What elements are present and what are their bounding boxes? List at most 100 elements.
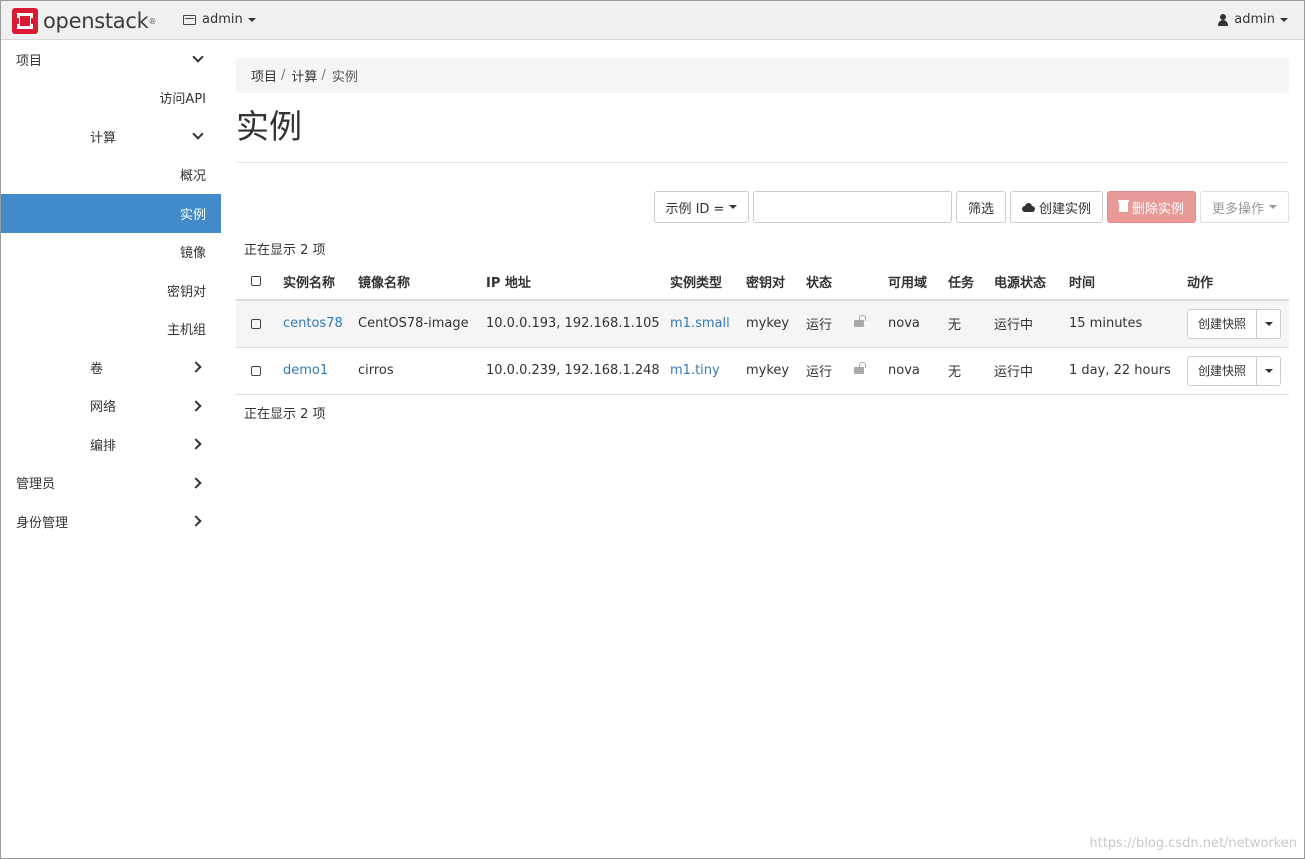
header-actions: 动作 bbox=[1187, 263, 1289, 301]
sidebar-item-images[interactable]: 镜像 bbox=[1, 233, 221, 272]
sidebar-item-label: 计算 bbox=[90, 130, 117, 146]
table-toolbar: 示例 ID = 筛选 创建实例 删除实例 更多操作 bbox=[653, 191, 1289, 223]
power-state-cell: 运行中 bbox=[994, 347, 1069, 395]
age-cell: 1 day, 22 hours bbox=[1069, 347, 1187, 395]
project-icon bbox=[183, 14, 196, 25]
row-checkbox[interactable] bbox=[251, 318, 261, 329]
breadcrumb-item-project[interactable]: 项目 bbox=[251, 66, 277, 85]
sidebar-item-api-access[interactable]: 访问API bbox=[1, 79, 221, 118]
flavor-link[interactable]: m1.small bbox=[670, 316, 730, 331]
sidebar-item-overview[interactable]: 概况 bbox=[1, 156, 221, 195]
more-actions-label: 更多操作 bbox=[1211, 201, 1264, 217]
filter-button-label: 筛选 bbox=[967, 201, 994, 217]
caret-down-icon bbox=[1264, 368, 1273, 373]
sidebar-item-volumes[interactable]: 卷 bbox=[1, 348, 221, 387]
breadcrumb-item-current: 实例 bbox=[331, 70, 358, 85]
sidebar-item-network[interactable]: 网络 bbox=[1, 387, 221, 426]
trash-icon bbox=[1117, 200, 1129, 212]
filter-button[interactable]: 筛选 bbox=[955, 191, 1006, 223]
select-all-checkbox[interactable] bbox=[251, 276, 261, 286]
actions-cell: 创建快照 bbox=[1187, 300, 1289, 348]
delete-instances-label: 删除实例 bbox=[1131, 201, 1184, 217]
table-row: centos78 CentOS78-image 10.0.0.193, 192.… bbox=[236, 300, 1289, 348]
row-select-cell bbox=[236, 347, 283, 395]
sidebar-item-label: 镜像 bbox=[179, 246, 206, 262]
filter-field-select[interactable]: 示例 ID = bbox=[653, 191, 749, 223]
header-select-all[interactable] bbox=[236, 263, 283, 301]
lock-cell bbox=[854, 300, 888, 348]
item-count-bottom: 正在显示 2 项 bbox=[244, 407, 326, 422]
header-age[interactable]: 时间 bbox=[1069, 263, 1187, 301]
sidebar-item-key-pairs[interactable]: 密钥对 bbox=[1, 271, 221, 310]
breadcrumb-separator: / bbox=[281, 68, 286, 83]
sidebar-item-label: 卷 bbox=[90, 361, 104, 377]
instance-name-link[interactable]: demo1 bbox=[283, 363, 328, 378]
power-state-cell: 运行中 bbox=[994, 300, 1069, 348]
create-snapshot-button[interactable]: 创建快照 bbox=[1187, 308, 1258, 339]
row-actions-dropdown[interactable] bbox=[1257, 355, 1282, 386]
cloud-upload-icon bbox=[1021, 202, 1035, 212]
status-cell: 运行 bbox=[806, 300, 854, 348]
launch-instance-button[interactable]: 创建实例 bbox=[1009, 191, 1103, 223]
sidebar-item-identity[interactable]: 身份管理 bbox=[1, 502, 221, 541]
header-power-state[interactable]: 电源状态 bbox=[994, 263, 1069, 301]
actions-cell: 创建快照 bbox=[1187, 347, 1289, 395]
availability-zone-cell: nova bbox=[888, 300, 948, 348]
sidebar-item-instances[interactable]: 实例 bbox=[1, 194, 221, 233]
delete-instances-button[interactable]: 删除实例 bbox=[1106, 191, 1196, 223]
table-header-row: 实例名称 镜像名称 IP 地址 实例类型 密钥对 状态 可用域 任务 电源状态 … bbox=[236, 263, 1289, 301]
header-status[interactable]: 状态 bbox=[806, 263, 854, 301]
header-lock bbox=[854, 263, 888, 301]
instance-name-cell: demo1 bbox=[283, 347, 358, 395]
chevron-down-icon bbox=[192, 128, 204, 140]
task-cell: 无 bbox=[948, 347, 994, 395]
launch-instance-label: 创建实例 bbox=[1038, 201, 1091, 217]
chevron-right-icon bbox=[190, 361, 202, 373]
unlock-icon bbox=[854, 362, 866, 374]
sidebar-item-compute[interactable]: 计算 bbox=[1, 117, 221, 156]
create-snapshot-button[interactable]: 创建快照 bbox=[1187, 355, 1258, 386]
ip-address-cell: 10.0.0.239, 192.168.1.248 bbox=[486, 347, 670, 395]
sidebar-item-server-groups[interactable]: 主机组 bbox=[1, 310, 221, 349]
breadcrumb-separator: / bbox=[321, 68, 326, 83]
sidebar-item-label: 概况 bbox=[179, 169, 206, 185]
header-key-pair[interactable]: 密钥对 bbox=[746, 263, 806, 301]
header-ip-address[interactable]: IP 地址 bbox=[486, 263, 670, 301]
header-availability-zone[interactable]: 可用域 bbox=[888, 263, 948, 301]
caret-down-icon bbox=[1269, 205, 1277, 209]
chevron-down-icon bbox=[192, 51, 204, 63]
flavor-link[interactable]: m1.tiny bbox=[670, 363, 720, 378]
chevron-right-icon bbox=[190, 515, 202, 527]
row-select-cell bbox=[236, 300, 283, 348]
caret-down-icon bbox=[1280, 17, 1288, 22]
project-switcher[interactable]: admin bbox=[183, 12, 256, 27]
header-flavor[interactable]: 实例类型 bbox=[670, 263, 746, 301]
header-image-name[interactable]: 镜像名称 bbox=[358, 263, 486, 301]
sidebar-item-admin[interactable]: 管理员 bbox=[1, 464, 221, 503]
filter-input[interactable] bbox=[752, 191, 952, 223]
header-task[interactable]: 任务 bbox=[948, 263, 994, 301]
lock-cell bbox=[854, 347, 888, 395]
sidebar-item-label: 实例 bbox=[179, 207, 206, 223]
row-actions-dropdown[interactable] bbox=[1257, 308, 1282, 339]
user-icon bbox=[1218, 13, 1229, 26]
openstack-logo[interactable]: openstack ® bbox=[11, 7, 156, 35]
item-count-top: 正在显示 2 项 bbox=[244, 243, 326, 258]
breadcrumb-item-compute[interactable]: 计算 bbox=[291, 66, 317, 85]
top-navbar: openstack ® admin admin bbox=[1, 1, 1304, 40]
more-actions-button[interactable]: 更多操作 bbox=[1199, 191, 1289, 223]
sidebar-item-label: 编排 bbox=[90, 438, 117, 454]
page-title: 实例 bbox=[236, 93, 1289, 163]
image-name-cell: cirros bbox=[358, 347, 486, 395]
age-cell: 15 minutes bbox=[1069, 300, 1187, 348]
instance-name-link[interactable]: centos78 bbox=[283, 316, 343, 331]
openstack-logo-icon bbox=[12, 8, 38, 34]
sidebar-item-project[interactable]: 项目 bbox=[1, 40, 221, 79]
row-checkbox[interactable] bbox=[251, 365, 261, 376]
status-cell: 运行 bbox=[806, 347, 854, 395]
user-menu[interactable]: admin bbox=[1218, 12, 1288, 27]
flavor-cell: m1.small bbox=[670, 300, 746, 348]
header-instance-name[interactable]: 实例名称 bbox=[283, 263, 358, 301]
instances-table: 实例名称 镜像名称 IP 地址 实例类型 密钥对 状态 可用域 任务 电源状态 … bbox=[236, 263, 1289, 395]
sidebar-item-orchestration[interactable]: 编排 bbox=[1, 425, 221, 464]
